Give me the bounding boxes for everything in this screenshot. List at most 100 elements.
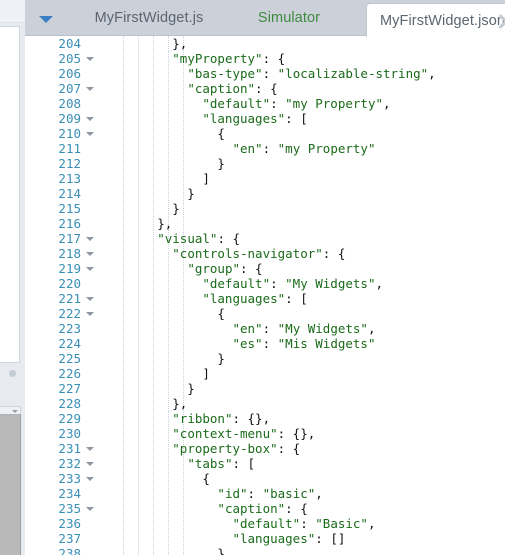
tab-list-dropdown-button[interactable] — [36, 12, 56, 26]
code-line[interactable]: 230 "context-menu": {}, — [25, 426, 505, 441]
line-number: 209 — [58, 111, 81, 126]
code-line[interactable]: 221 "languages": [ — [25, 291, 505, 306]
code-lines-container: 204 }, 205 "myProperty": {206 "bas-type":… — [25, 36, 505, 555]
code-line[interactable]: 216 }, — [25, 216, 505, 231]
fold-toggle-icon[interactable] — [86, 237, 94, 241]
code-text: "caption": { — [217, 501, 308, 516]
fold-toggle-icon[interactable] — [86, 462, 94, 466]
left-panel-white[interactable] — [0, 26, 20, 363]
line-number: 226 — [58, 366, 81, 381]
code-line[interactable]: 209 "languages": [ — [25, 111, 505, 126]
code-text: "default": "my Property", — [202, 96, 391, 111]
left-chrome-strip — [0, 0, 25, 555]
line-number: 227 — [58, 381, 81, 396]
line-number: 215 — [58, 201, 81, 216]
line-number: 218 — [58, 246, 81, 261]
line-number: 217 — [58, 231, 81, 246]
close-icon[interactable] — [496, 12, 505, 31]
code-text: }, — [97, 36, 188, 51]
code-line[interactable]: 236 "default": "Basic", — [25, 516, 505, 531]
line-number: 228 — [58, 396, 81, 411]
fold-toggle-icon[interactable] — [86, 87, 94, 91]
tab-label: MyFirstWidget.js — [94, 10, 204, 26]
code-line[interactable]: 222 { — [25, 306, 505, 321]
chevron-down-icon — [12, 410, 18, 413]
code-line[interactable]: 234 "id": "basic", — [25, 486, 505, 501]
fold-toggle-icon[interactable] — [86, 252, 94, 256]
line-number: 233 — [58, 471, 81, 486]
code-text: } — [97, 351, 225, 366]
line-number: 221 — [58, 291, 81, 306]
code-line[interactable]: 206 "bas-type": "localizable-string", — [25, 66, 505, 81]
code-text: "es": "Mis Widgets" — [232, 336, 376, 351]
code-text: "myProperty": { — [172, 51, 286, 66]
tab-label: MyFirstWidget.json — [380, 12, 505, 29]
fold-toggle-icon[interactable] — [86, 447, 94, 451]
code-text: "en": "My Widgets", — [232, 321, 376, 336]
tab-myfirstwidget-js[interactable]: MyFirstWidget.js — [73, 0, 225, 36]
code-line[interactable]: 213 ] — [25, 171, 505, 186]
code-line[interactable]: 214 } — [25, 186, 505, 201]
code-line[interactable]: 205 "myProperty": { — [25, 51, 505, 66]
code-line[interactable]: 210 { — [25, 126, 505, 141]
line-number: 212 — [58, 156, 81, 171]
line-number: 210 — [58, 126, 81, 141]
code-line[interactable]: 229 "ribbon": {}, — [25, 411, 505, 426]
code-line[interactable]: 227 } — [25, 381, 505, 396]
code-line[interactable]: 218 "controls-navigator": { — [25, 246, 505, 261]
code-text: } — [97, 186, 195, 201]
code-text: "languages": [] — [232, 531, 346, 546]
panel-resize-handle[interactable] — [9, 370, 16, 377]
fold-toggle-icon[interactable] — [86, 507, 94, 511]
code-text: "group": { — [187, 261, 263, 276]
left-panel-gray[interactable] — [0, 414, 21, 555]
code-line[interactable]: 211 "en": "my Property" — [25, 141, 505, 156]
line-number: 211 — [58, 141, 81, 156]
line-number: 236 — [58, 516, 81, 531]
code-text: "en": "my Property" — [232, 141, 376, 156]
fold-toggle-icon[interactable] — [86, 57, 94, 61]
code-line[interactable]: 215 } — [25, 201, 505, 216]
code-line[interactable]: 226 ] — [25, 366, 505, 381]
tab-myfirstwidget-json[interactable]: MyFirstWidget.json — [366, 3, 505, 37]
fold-toggle-icon[interactable] — [86, 312, 94, 316]
code-text: "property-box": { — [172, 441, 301, 456]
code-line[interactable]: 220 "default": "My Widgets", — [25, 276, 505, 291]
code-text: "visual": { — [157, 231, 241, 246]
fold-toggle-icon[interactable] — [86, 267, 94, 271]
editor-body[interactable]: 204 }, 205 "myProperty": {206 "bas-type":… — [25, 36, 505, 555]
line-number: 230 — [58, 426, 81, 441]
line-number: 222 — [58, 306, 81, 321]
code-line[interactable]: 232 "tabs": [ — [25, 456, 505, 471]
code-line[interactable]: 223 "en": "My Widgets", — [25, 321, 505, 336]
code-text: }, — [97, 216, 173, 231]
code-line[interactable]: 212 } — [25, 156, 505, 171]
code-line[interactable]: 233 { — [25, 471, 505, 486]
code-line[interactable]: 238 }, — [25, 546, 505, 555]
code-line[interactable]: 235 "caption": { — [25, 501, 505, 516]
code-line[interactable]: 219 "group": { — [25, 261, 505, 276]
line-number: 220 — [58, 276, 81, 291]
code-line[interactable]: 237 "languages": [] — [25, 531, 505, 546]
line-number: 216 — [58, 216, 81, 231]
code-line[interactable]: 204 }, — [25, 36, 505, 51]
code-line[interactable]: 208 "default": "my Property", — [25, 96, 505, 111]
code-line[interactable]: 207 "caption": { — [25, 81, 505, 96]
code-line[interactable]: 231 "property-box": { — [25, 441, 505, 456]
fold-toggle-icon[interactable] — [86, 477, 94, 481]
tab-simulator[interactable]: Simulator — [230, 0, 348, 36]
fold-toggle-icon[interactable] — [86, 117, 94, 121]
fold-toggle-icon[interactable] — [86, 297, 94, 301]
code-text: "languages": [ — [202, 111, 308, 126]
tab-label: Simulator — [257, 10, 321, 26]
fold-toggle-icon[interactable] — [86, 132, 94, 136]
code-text: } — [97, 201, 180, 216]
code-line[interactable]: 224 "es": "Mis Widgets" — [25, 336, 505, 351]
code-line[interactable]: 217 "visual": { — [25, 231, 505, 246]
code-line[interactable]: 228 }, — [25, 396, 505, 411]
code-line[interactable]: 225 } — [25, 351, 505, 366]
code-text: "ribbon": {}, — [172, 411, 271, 426]
code-text: "caption": { — [187, 81, 278, 96]
line-number: 225 — [58, 351, 81, 366]
code-text: "bas-type": "localizable-string", — [187, 66, 436, 81]
